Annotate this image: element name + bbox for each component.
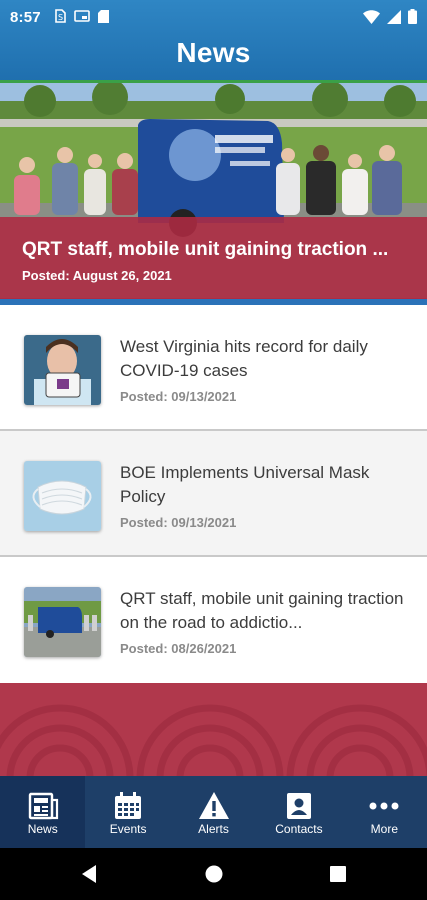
newspaper-icon [28,792,58,820]
list-item[interactable]: West Virginia hits record for daily COVI… [0,305,427,431]
sd-card-icon [98,9,109,23]
battery-icon [408,9,417,24]
tab-more[interactable]: More [342,776,427,848]
cast-icon [74,9,90,22]
tab-label: Contacts [275,822,323,836]
tab-label: Events [109,822,147,836]
tab-events[interactable]: Events [85,776,170,848]
article-title[interactable]: QRT staff, mobile unit gaining traction … [120,587,410,635]
app-header: 8:57 S News [0,0,427,81]
article-date: Posted: 09/13/2021 [120,515,237,530]
list-item[interactable]: BOE Implements Universal Mask Policy Pos… [0,431,427,557]
tab-news[interactable]: News [0,776,86,848]
featured-title[interactable]: QRT staff, mobile unit gaining traction … [22,239,412,261]
article-title[interactable]: BOE Implements Universal Mask Policy [120,461,410,509]
status-time: 8:57 [10,9,41,26]
tab-label: News [27,822,58,836]
article-title[interactable]: West Virginia hits record for daily COVI… [120,335,410,383]
covid-test-photo [24,335,101,405]
alert-icon [198,792,229,819]
featured-date: Posted: August 26, 2021 [22,268,172,283]
contact-card-icon [286,793,311,819]
back-icon[interactable] [80,864,98,884]
list-item[interactable]: QRT staff, mobile unit gaining traction … [0,557,427,683]
wifi-icon [363,9,380,24]
system-nav-bar [0,848,427,900]
sim-icon: S [55,9,66,23]
tab-label: More [370,822,398,836]
recents-icon[interactable] [329,864,347,884]
face-mask-photo [24,461,101,531]
bottom-tab-bar: News Events Alerts Contacts More [0,776,427,848]
status-bar: 8:57 S [0,0,427,34]
article-date: Posted: 09/13/2021 [120,389,237,404]
article-date: Posted: 08/26/2021 [120,641,237,656]
news-list: West Virginia hits record for daily COVI… [0,305,427,683]
mobile-unit-photo [24,587,101,657]
home-icon[interactable] [205,864,223,884]
more-dots-icon [369,802,399,810]
tab-contacts[interactable]: Contacts [256,776,341,848]
tab-label: Alerts [198,822,229,836]
calendar-icon [115,792,142,819]
page-title: News [176,37,251,68]
decorative-background [0,683,427,776]
tab-alerts[interactable]: Alerts [171,776,256,848]
svg-text:S: S [58,13,63,22]
signal-icon [387,9,401,24]
